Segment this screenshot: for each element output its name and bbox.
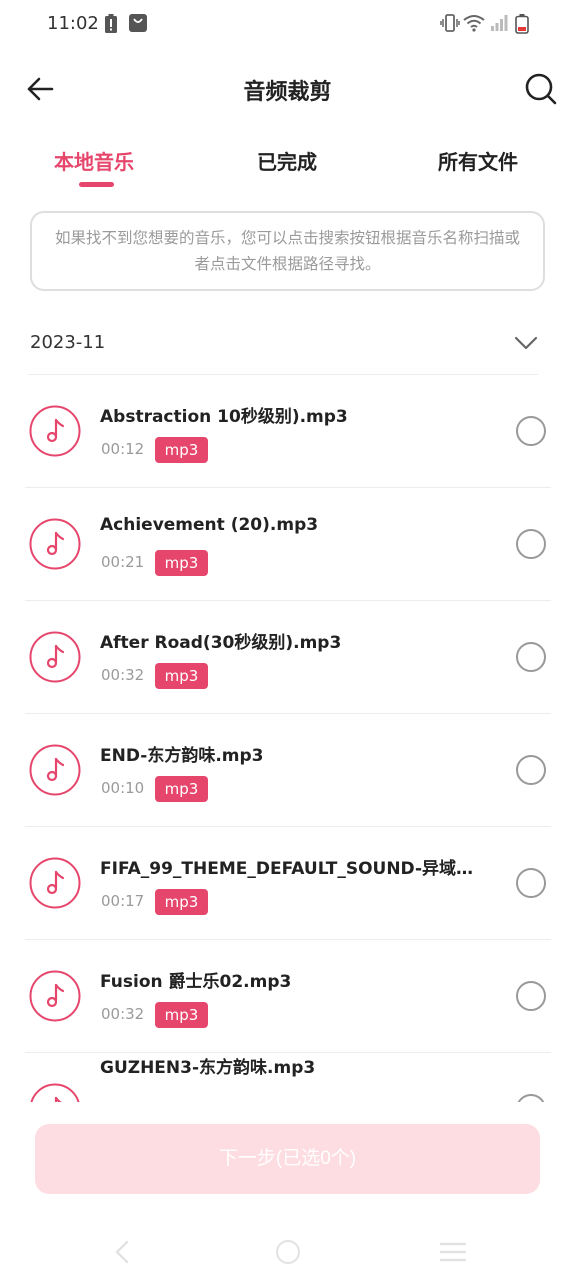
music-list: Abstraction 10秒级别).mp3 00:12 mp3 Achieve… — [0, 375, 575, 1102]
list-item[interactable]: Abstraction 10秒级别).mp3 00:12 mp3 — [0, 375, 575, 488]
tab-all-files[interactable]: 所有文件 — [438, 146, 518, 175]
format-badge: mp3 — [155, 437, 208, 463]
select-radio[interactable] — [516, 1094, 546, 1102]
select-radio[interactable] — [516, 642, 546, 672]
next-step-button[interactable]: 下一步(已选0个) — [35, 1124, 540, 1194]
tab-local-music[interactable]: 本地音乐 — [54, 146, 134, 175]
date-label: 2023-11 — [30, 332, 106, 353]
file-duration: 00:21 — [101, 553, 145, 571]
file-duration: 00:10 — [101, 779, 145, 797]
header: 音频裁剪 — [0, 60, 575, 116]
status-time: 11:02 — [47, 13, 99, 34]
select-radio[interactable] — [516, 868, 546, 898]
tab-completed[interactable]: 已完成 — [257, 146, 317, 175]
music-note-icon — [29, 857, 81, 909]
tab-bar: 本地音乐 已完成 所有文件 — [0, 140, 575, 190]
signal-icon — [491, 15, 508, 31]
format-badge: mp3 — [155, 1002, 208, 1028]
search-icon[interactable] — [522, 70, 558, 106]
nav-menu-icon[interactable] — [440, 1242, 466, 1262]
audio-trim-screen: 11:02 音频裁剪 本地音乐 已完成 所有文件 如果找不到您想要的音乐，您可以… — [0, 0, 575, 1280]
format-badge: mp3 — [155, 889, 208, 915]
nav-back-icon[interactable] — [112, 1240, 132, 1264]
shopping-bag-icon — [129, 14, 147, 32]
file-name: Fusion 爵士乐02.mp3 — [100, 972, 292, 992]
list-item[interactable]: END-东方韵味.mp3 00:10 mp3 — [0, 714, 575, 827]
nav-home-icon[interactable] — [276, 1240, 300, 1264]
file-name: Achievement (20).mp3 — [100, 515, 319, 535]
battery-low-icon — [515, 14, 529, 34]
music-note-icon — [29, 631, 81, 683]
list-item[interactable]: Achievement (20).mp3 00:21 mp3 — [0, 488, 575, 601]
list-item[interactable]: Fusion 爵士乐02.mp3 00:32 mp3 — [0, 940, 575, 1053]
battery-alert-icon — [105, 14, 117, 33]
music-note-icon — [30, 1083, 80, 1102]
page-title: 音频裁剪 — [243, 80, 332, 105]
file-name: END-东方韵味.mp3 — [100, 746, 264, 766]
select-radio[interactable] — [516, 981, 546, 1011]
date-group-header[interactable]: 2023-11 — [30, 320, 545, 368]
music-note-icon — [29, 970, 81, 1022]
format-badge: mp3 — [155, 776, 208, 802]
file-duration: 00:17 — [101, 892, 145, 910]
vibrate-icon — [440, 14, 460, 32]
list-item[interactable]: FIFA_99_THEME_DEFAULT_SOUND-异域风... 00:17… — [0, 827, 575, 940]
status-bar: 11:02 — [0, 0, 575, 48]
file-duration: 00:12 — [101, 440, 145, 458]
chevron-down-icon[interactable] — [513, 330, 539, 356]
list-item[interactable]: GUZHEN3-东方韵味.mp3 — [0, 1053, 575, 1102]
wifi-icon — [463, 15, 485, 32]
hint-box: 如果找不到您想要的音乐，您可以点击搜索按钮根据音乐名称扫描或者点击文件根据路径寻… — [30, 211, 545, 291]
music-note-icon — [29, 405, 81, 457]
format-badge: mp3 — [155, 550, 208, 576]
file-name: FIFA_99_THEME_DEFAULT_SOUND-异域风... — [100, 859, 480, 879]
tab-indicator — [79, 182, 114, 187]
hint-text: 如果找不到您想要的音乐，您可以点击搜索按钮根据音乐名称扫描或者点击文件根据路径寻… — [54, 229, 520, 273]
select-radio[interactable] — [516, 529, 546, 559]
list-item[interactable]: After Road(30秒级别).mp3 00:32 mp3 — [0, 601, 575, 714]
file-name: Abstraction 10秒级别).mp3 — [100, 407, 348, 427]
file-duration: 00:32 — [101, 1005, 145, 1023]
system-nav-bar — [0, 1228, 575, 1276]
select-radio[interactable] — [516, 416, 546, 446]
file-name: After Road(30秒级别).mp3 — [100, 633, 342, 653]
music-note-icon — [29, 744, 81, 796]
file-duration: 00:32 — [101, 666, 145, 684]
music-note-icon — [29, 518, 81, 570]
select-radio[interactable] — [516, 755, 546, 785]
format-badge: mp3 — [155, 663, 208, 689]
file-name: GUZHEN3-东方韵味.mp3 — [100, 1058, 316, 1078]
